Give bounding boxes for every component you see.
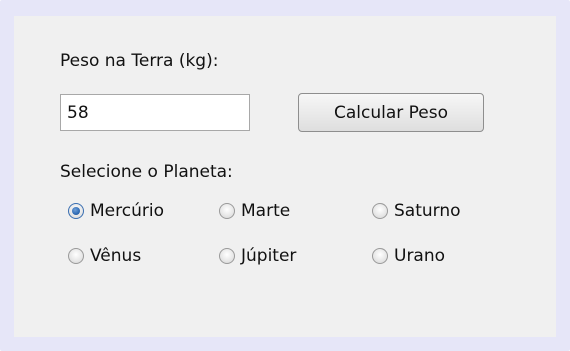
planet-radio-jupiter[interactable]: Júpiter — [219, 243, 296, 269]
planet-select-label: Selecione o Planeta: — [60, 162, 233, 182]
planet-radio-label: Marte — [241, 201, 291, 221]
planet-radio-label: Mercúrio — [90, 201, 164, 221]
radio-button-icon[interactable] — [372, 203, 388, 219]
weight-label: Peso na Terra (kg): — [60, 51, 219, 71]
planet-radio-label: Urano — [394, 246, 446, 266]
planet-radio-saturno[interactable]: Saturno — [372, 198, 461, 224]
radio-button-icon[interactable] — [68, 248, 84, 264]
radio-button-icon[interactable] — [68, 203, 84, 219]
radio-button-icon[interactable] — [372, 248, 388, 264]
planet-radio-mercurio[interactable]: Mercúrio — [68, 198, 164, 224]
planet-radio-label: Vênus — [90, 246, 142, 266]
planet-radio-venus[interactable]: Vênus — [68, 243, 141, 269]
planet-radio-urano[interactable]: Urano — [372, 243, 445, 269]
weight-input[interactable] — [60, 94, 250, 131]
radio-button-icon[interactable] — [219, 203, 235, 219]
planet-weight-panel: Peso na Terra (kg): Calcular Peso Seleci… — [14, 16, 556, 337]
radio-button-icon[interactable] — [219, 248, 235, 264]
radio-selected-dot — [72, 207, 80, 215]
planet-radio-marte[interactable]: Marte — [219, 198, 290, 224]
calculate-weight-button[interactable]: Calcular Peso — [298, 93, 484, 132]
planet-radio-label: Júpiter — [241, 246, 297, 266]
window-frame: Peso na Terra (kg): Calcular Peso Seleci… — [0, 0, 570, 351]
planet-radio-label: Saturno — [394, 201, 461, 221]
